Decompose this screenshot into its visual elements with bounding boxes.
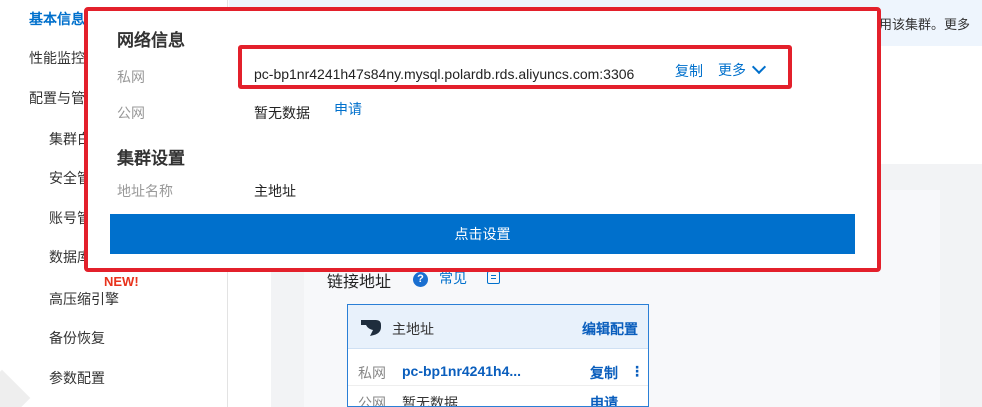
sidebar-item-compression[interactable]: 高压缩引擎 bbox=[49, 289, 119, 309]
endpoint-card-header: 主地址 编辑配置 bbox=[348, 305, 648, 349]
cluster-settings-title: 集群设置 bbox=[117, 149, 185, 168]
sidebar-item-basic-info[interactable]: 基本信息 bbox=[29, 9, 85, 29]
endpoint-card-title: 主地址 bbox=[392, 321, 434, 337]
more-label: 更多 bbox=[718, 62, 746, 78]
click-to-set-button[interactable]: 点击设置 bbox=[110, 214, 855, 254]
card-private-row: 私网 pc-bp1nr4241h4... 复制 ⋮ bbox=[348, 357, 648, 385]
network-info-title: 网络信息 bbox=[117, 31, 185, 50]
network-info-popup: 网络信息 私网 pc-bp1nr4241h47s84ny.mysql.polar… bbox=[84, 7, 881, 272]
sidebar-decoration bbox=[0, 369, 31, 407]
divider bbox=[348, 385, 648, 386]
document-icon[interactable] bbox=[487, 271, 500, 284]
address-name-label: 地址名称 bbox=[117, 183, 173, 199]
question-icon[interactable]: ? bbox=[413, 272, 428, 287]
sidebar-item-backup[interactable]: 备份恢复 bbox=[49, 328, 105, 348]
kebab-menu-icon[interactable]: ⋮ bbox=[630, 363, 644, 380]
sidebar-item-parameters[interactable]: 参数配置 bbox=[49, 368, 105, 388]
public-network-value: 暂无数据 bbox=[254, 105, 310, 121]
more-dropdown[interactable]: 更多 bbox=[718, 59, 767, 80]
private-address-value[interactable]: pc-bp1nr4241h47s84ny.mysql.polardb.rds.a… bbox=[254, 66, 634, 82]
apply-link[interactable]: 申请 bbox=[334, 99, 362, 119]
copy-button[interactable]: 复制 bbox=[675, 61, 703, 81]
address-name-value: 主地址 bbox=[254, 183, 296, 199]
private-network-label: 私网 bbox=[117, 69, 145, 85]
card-apply-button[interactable]: 申请 bbox=[590, 393, 618, 406]
public-network-label: 公网 bbox=[117, 105, 145, 121]
sidebar-item-performance[interactable]: 性能监控 bbox=[29, 48, 85, 68]
console-page: 基本信息 性能监控 配置与管理 集群白名单 安全管理 账号管理 数据库管理 NE… bbox=[0, 0, 982, 407]
banner-text: 用该集群。更多 bbox=[879, 17, 971, 32]
edit-config-button[interactable]: 编辑配置 bbox=[582, 319, 638, 339]
endpoint-logo-icon bbox=[361, 320, 381, 336]
endpoint-card: 主地址 编辑配置 私网 pc-bp1nr4241h4... 复制 ⋮ 公网 暂无… bbox=[347, 304, 649, 407]
card-public-value: 暂无数据 bbox=[402, 395, 458, 407]
card-public-row: 公网 暂无数据 申请 bbox=[348, 387, 648, 407]
chevron-down-icon bbox=[751, 59, 767, 75]
card-private-label: 私网 bbox=[358, 365, 386, 381]
card-private-address[interactable]: pc-bp1nr4241h4... bbox=[402, 363, 521, 379]
card-public-label: 公网 bbox=[358, 395, 386, 407]
card-copy-button[interactable]: 复制 bbox=[590, 363, 618, 383]
new-badge: NEW! bbox=[104, 274, 139, 289]
